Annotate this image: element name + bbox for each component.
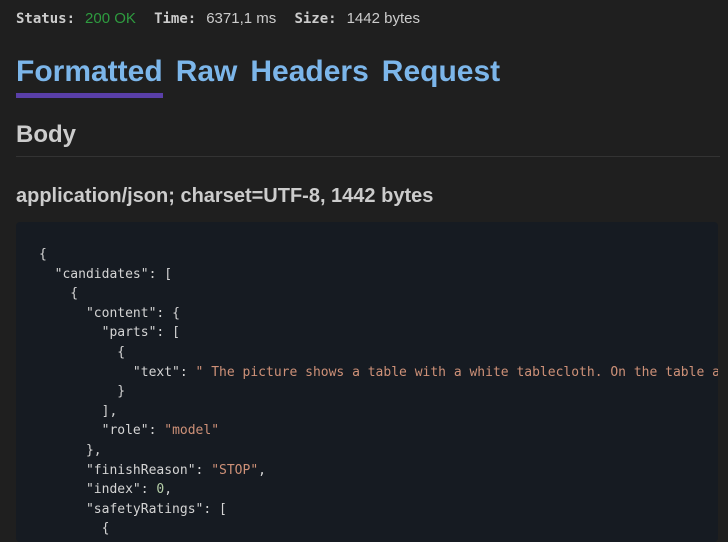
tab-headers[interactable]: Headers [250,52,368,92]
json-key-parts: "parts" [101,325,157,341]
json-value-finish-reason: "STOP" [211,462,259,478]
json-key-role: "role" [101,423,149,439]
json-body: { "candidates": [ { "content": { "parts"… [16,222,718,539]
tab-formatted[interactable]: Formatted [16,52,163,98]
size-value: 1442 bytes [346,10,420,27]
json-brace: { [39,247,47,262]
json-key-text: "text" [132,364,180,380]
status-bar: Status: 200 OK Time: 6371,1 ms Size: 1442 b… [16,9,434,29]
json-key-finish-reason: "finishReason" [85,462,196,478]
section-divider [16,156,720,157]
json-key-index: "index" [85,482,141,498]
status-value: 200 OK [85,10,136,27]
response-tabs: Formatted Raw Headers Request [16,52,513,100]
status-label: Status: [16,11,76,27]
size-label: Size: [294,11,337,27]
json-value-text: " The picture shows a table with a white… [195,364,718,380]
json-value-index: 0 [156,482,165,498]
json-value-role: "model" [164,423,220,439]
content-type-label: application/json; charset=UTF-8, 1442 by… [16,185,434,207]
json-key-content: "content" [85,305,157,321]
time-value: 6371,1 ms [206,10,277,27]
time-label: Time: [154,11,197,27]
json-code-block[interactable]: { "candidates": [ { "content": { "parts"… [16,222,718,542]
json-key-candidates: "candidates" [54,266,149,282]
tab-raw[interactable]: Raw [176,52,238,92]
tab-request[interactable]: Request [382,52,500,92]
section-title: Body [16,121,76,148]
json-key-safety-ratings: "safetyRatings" [85,501,204,517]
